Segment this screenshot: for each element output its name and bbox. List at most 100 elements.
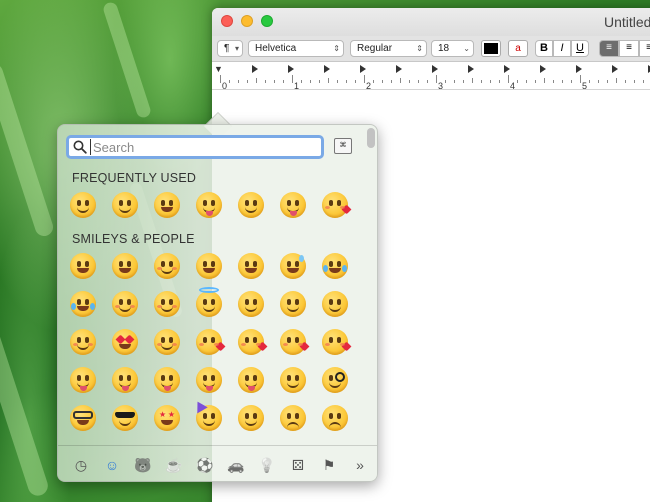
zany-face-emoji[interactable] xyxy=(280,192,306,218)
squinting-face-with-tongue-emoji[interactable] xyxy=(154,367,180,393)
search-icon xyxy=(73,140,87,154)
category-more-icon[interactable]: » xyxy=(351,456,369,474)
category-food-drink-icon[interactable]: ☕ xyxy=(165,456,183,474)
tab-stop-icon[interactable] xyxy=(576,65,582,73)
scrollbar-thumb[interactable] xyxy=(367,128,375,148)
tab-stop-icon[interactable] xyxy=(252,65,258,73)
tab-stop-icon[interactable] xyxy=(540,65,546,73)
italic-button[interactable]: I xyxy=(553,40,571,57)
align-center-button[interactable]: ≡ xyxy=(619,40,639,57)
face-with-tongue-emoji[interactable] xyxy=(112,367,138,393)
slightly-smiling-face-emoji[interactable] xyxy=(70,192,96,218)
section-title-smileys-people: SMILEYS & PEOPLE xyxy=(72,232,195,246)
grinning-face-emoji[interactable] xyxy=(70,253,96,279)
emoji-picker: ⌘ FREQUENTLY USED SMILEYS & PEOPLE ★★ ◷ ☺… xyxy=(57,124,378,482)
font-size-value: 18 xyxy=(438,43,450,54)
tab-stop-icon[interactable] xyxy=(612,65,618,73)
category-objects-icon[interactable]: 💡 xyxy=(258,456,276,474)
indent-marker-icon[interactable]: ▼ xyxy=(214,64,223,74)
face-with-raised-eyebrow-emoji[interactable] xyxy=(280,367,306,393)
title-bar: Untitled xyxy=(212,8,650,36)
winking-face-emoji[interactable] xyxy=(322,291,348,317)
font-style-popup[interactable]: Regular ⇕ xyxy=(350,40,427,57)
grinning-squinting-face-emoji[interactable] xyxy=(154,192,180,218)
close-window-button[interactable] xyxy=(221,15,233,27)
relieved-face-emoji[interactable] xyxy=(70,329,96,355)
search-field[interactable] xyxy=(66,135,324,159)
zoom-window-button[interactable] xyxy=(261,15,273,27)
category-activity-icon[interactable]: ⚽ xyxy=(196,456,214,474)
grinning-squinting-face-emoji[interactable] xyxy=(238,253,264,279)
smiling-face-with-sunglasses-emoji[interactable] xyxy=(112,405,138,431)
font-size-combo[interactable]: 18 ⌄ xyxy=(431,40,474,57)
minimize-window-button[interactable] xyxy=(241,15,253,27)
nerd-face-emoji[interactable] xyxy=(70,405,96,431)
grinning-face-with-sweat-emoji[interactable] xyxy=(280,253,306,279)
category-travel-places-icon[interactable]: 🚗 xyxy=(227,456,245,474)
category-frequently-used-icon[interactable]: ◷ xyxy=(72,456,90,474)
zany-face-emoji[interactable] xyxy=(238,367,264,393)
unamused-face-emoji[interactable] xyxy=(280,405,306,431)
smiling-face-with-halo-emoji[interactable] xyxy=(196,287,222,317)
font-style-value: Regular xyxy=(357,43,393,54)
slightly-smiling-face-emoji[interactable] xyxy=(238,291,264,317)
category-bar: ◷ ☺ 🐻 ☕ ⚽ 🚗 💡 ⚄ ⚑ » xyxy=(58,445,377,481)
tab-stop-icon[interactable] xyxy=(324,65,330,73)
partying-face-emoji[interactable] xyxy=(192,398,222,431)
smiling-face-with-hearts-emoji[interactable] xyxy=(154,329,180,355)
tab-stop-icon[interactable] xyxy=(504,65,510,73)
rolling-on-the-floor-laughing-emoji[interactable] xyxy=(70,291,96,317)
font-family-popup[interactable]: Helvetica ⇕ xyxy=(248,40,344,57)
face-savoring-food-emoji[interactable] xyxy=(70,367,96,393)
window-title: Untitled xyxy=(604,14,650,30)
tab-stop-icon[interactable] xyxy=(360,65,366,73)
paragraph-icon: ¶ xyxy=(224,43,230,54)
chevron-updown-icon: ⇕ xyxy=(333,44,340,53)
smirking-face-emoji[interactable] xyxy=(238,405,264,431)
chevron-down-icon: ⌄ xyxy=(463,44,470,53)
kissing-face-with-smiling-eyes-emoji[interactable] xyxy=(280,329,310,355)
smiling-face-with-heart-eyes-emoji[interactable] xyxy=(112,329,138,355)
category-symbols-icon[interactable]: ⚄ xyxy=(289,456,307,474)
chevron-updown-icon: ⇕ xyxy=(416,44,423,53)
section-title-frequently-used: FREQUENTLY USED xyxy=(72,171,197,185)
format-toolbar: ¶ ▾ Helvetica ⇕ Regular ⇕ 18 ⌄ a B I U ≡… xyxy=(212,36,650,62)
tab-stop-icon[interactable] xyxy=(432,65,438,73)
align-left-button[interactable]: ≡ xyxy=(599,40,619,57)
disappointed-face-emoji[interactable] xyxy=(322,405,348,431)
font-family-value: Helvetica xyxy=(255,43,297,54)
kissing-face-emoji[interactable] xyxy=(238,329,268,355)
beaming-face-emoji[interactable] xyxy=(196,253,222,279)
search-input[interactable] xyxy=(90,139,315,155)
face-blowing-a-kiss-emoji[interactable] xyxy=(322,192,352,218)
align-right-button[interactable]: ≡ xyxy=(639,40,650,57)
underline-button[interactable]: U xyxy=(571,40,589,57)
upside-down-face-emoji[interactable] xyxy=(280,291,306,317)
face-with-tears-of-joy-emoji[interactable] xyxy=(322,253,348,279)
character-viewer-button[interactable]: ⌘ xyxy=(334,138,352,154)
grinning-face-with-big-eyes-emoji[interactable] xyxy=(112,253,138,279)
face-with-raised-eyebrow-emoji[interactable] xyxy=(238,192,264,218)
category-flags-icon[interactable]: ⚑ xyxy=(320,456,338,474)
upside-down-face-emoji[interactable] xyxy=(112,192,138,218)
smiling-face-emoji[interactable] xyxy=(112,291,138,317)
ruler[interactable]: ▼ 012345 xyxy=(212,62,650,91)
kissing-face-with-closed-eyes-emoji[interactable] xyxy=(322,329,352,355)
category-animals-nature-icon[interactable]: 🐻 xyxy=(134,456,152,474)
smiling-face-with-smiling-eyes-emoji[interactable] xyxy=(154,291,180,317)
winking-face-with-tongue-emoji[interactable] xyxy=(196,367,222,393)
tab-stop-icon[interactable] xyxy=(468,65,474,73)
tab-stop-icon[interactable] xyxy=(288,65,294,73)
tab-stop-icon[interactable] xyxy=(396,65,402,73)
paragraph-style-popup[interactable]: ¶ ▾ xyxy=(217,40,243,57)
chevron-down-icon: ▾ xyxy=(234,44,239,53)
background-color-well[interactable]: a xyxy=(508,40,528,57)
face-blowing-a-kiss-emoji[interactable] xyxy=(196,329,226,355)
category-smileys-people-icon[interactable]: ☺ xyxy=(103,456,121,474)
text-color-well[interactable] xyxy=(481,40,501,57)
star-struck-emoji[interactable]: ★ ★ xyxy=(154,405,180,431)
face-with-monocle-emoji[interactable] xyxy=(322,367,348,393)
winking-face-with-tongue-emoji[interactable] xyxy=(196,192,222,218)
grinning-face-with-smiling-eyes-emoji[interactable] xyxy=(154,253,180,279)
bold-button[interactable]: B xyxy=(535,40,553,57)
